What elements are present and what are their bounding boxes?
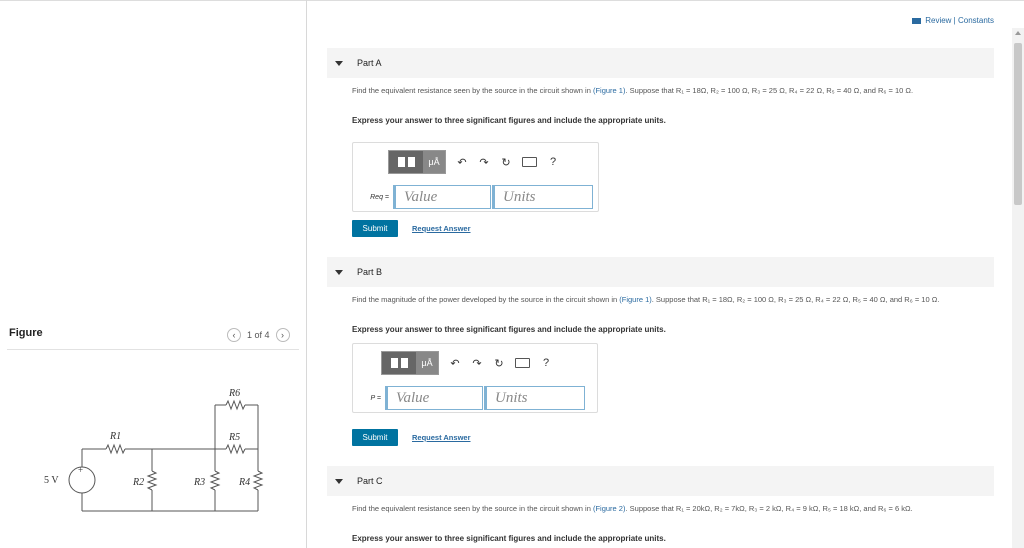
figure-link[interactable]: (Figure 1) xyxy=(593,86,626,95)
scroll-up-icon[interactable] xyxy=(1015,31,1021,35)
r4-label: R4 xyxy=(238,477,250,488)
figure-pane: Figure ‹ 1 of 4 › 5 V + R1 R2 R3 R4 R5 R… xyxy=(0,0,307,548)
source-label: 5 V xyxy=(44,475,59,486)
part-c-title: Part C xyxy=(357,476,383,486)
format-group: μÅ xyxy=(381,351,439,375)
review-icon xyxy=(912,17,922,24)
keyboard-icon[interactable] xyxy=(522,157,537,167)
part-a-header[interactable]: Part A xyxy=(327,48,994,78)
circuit-diagram: 5 V + R1 R2 R3 R4 R5 R6 xyxy=(44,388,264,512)
part-a-request-answer-link[interactable]: Request Answer xyxy=(412,224,471,233)
pager-text: 1 of 4 xyxy=(247,330,270,340)
main-content: Review | Constants Part A Find the equiv… xyxy=(307,0,1012,548)
page-scrollbar[interactable] xyxy=(1012,28,1024,548)
part-a-answer-box: μÅ ↶ ↷ ↻ ? Req = Value Units xyxy=(352,142,599,212)
redo-icon[interactable]: ↷ xyxy=(478,156,490,169)
figure-pager: ‹ 1 of 4 › xyxy=(227,328,290,342)
part-b-question: Find the magnitude of the power develope… xyxy=(352,295,940,304)
chevron-left-icon[interactable]: ‹ xyxy=(227,328,241,342)
reset-icon[interactable]: ↻ xyxy=(500,156,512,169)
part-b-instruction: Express your answer to three significant… xyxy=(352,325,666,334)
part-b-submit-button[interactable]: Submit xyxy=(352,429,398,446)
resistor-r5 xyxy=(225,443,246,455)
r3-label: R3 xyxy=(193,477,205,488)
scroll-thumb[interactable] xyxy=(1014,43,1022,205)
mu-units-icon[interactable]: μÅ xyxy=(423,151,445,173)
chevron-right-icon[interactable]: › xyxy=(275,328,290,342)
r5-label: R5 xyxy=(228,432,240,443)
part-b-header[interactable]: Part B xyxy=(327,257,994,287)
part-b-field-row: P = Value Units xyxy=(351,386,585,410)
undo-icon[interactable]: ↶ xyxy=(449,357,461,370)
format-group: μÅ xyxy=(388,150,446,174)
collapse-caret-icon xyxy=(335,478,343,484)
part-c-header[interactable]: Part C xyxy=(327,466,994,496)
resistor-r2 xyxy=(146,470,158,491)
resistor-r4 xyxy=(252,470,264,491)
templates-icon[interactable] xyxy=(382,352,416,374)
collapse-caret-icon xyxy=(335,269,343,275)
part-b-answer-box: μÅ ↶ ↷ ↻ ? P = Value Units xyxy=(352,343,598,413)
resistor-r6 xyxy=(225,399,246,411)
resistor-r3 xyxy=(209,470,221,491)
part-b-request-answer-link[interactable]: Request Answer xyxy=(412,433,471,442)
resistor-r1 xyxy=(105,443,126,455)
undo-icon[interactable]: ↶ xyxy=(456,156,468,169)
reset-icon[interactable]: ↻ xyxy=(493,357,505,370)
part-a-title: Part A xyxy=(357,58,382,68)
part-a-field-row: Req = Value Units xyxy=(359,185,593,209)
part-b-value-input[interactable]: Value xyxy=(385,386,483,410)
part-a-submit-button[interactable]: Submit xyxy=(352,220,398,237)
p-label: P = xyxy=(370,394,381,402)
templates-icon[interactable] xyxy=(389,151,423,173)
help-icon[interactable]: ? xyxy=(540,357,552,369)
part-a-units-input[interactable]: Units xyxy=(492,185,593,209)
r2-label: R2 xyxy=(132,477,144,488)
keyboard-icon[interactable] xyxy=(515,358,530,368)
redo-icon[interactable]: ↷ xyxy=(471,357,483,370)
review-constants-link[interactable]: Review | Constants xyxy=(912,16,994,25)
help-icon[interactable]: ? xyxy=(547,156,559,168)
part-a-toolbar: μÅ ↶ ↷ ↻ ? xyxy=(388,150,559,174)
part-a-question: Find the equivalent resistance seen by t… xyxy=(352,86,914,95)
part-c-instruction: Express your answer to three significant… xyxy=(352,534,666,543)
review-link-label: Review | Constants xyxy=(925,16,994,25)
part-b-units-input[interactable]: Units xyxy=(484,386,585,410)
source-plus: + xyxy=(78,465,83,475)
req-label: Req = xyxy=(370,193,389,201)
part-b-title: Part B xyxy=(357,267,383,277)
r1-label: R1 xyxy=(109,431,121,442)
figure-link[interactable]: (Figure 2) xyxy=(593,504,626,513)
part-a-instruction: Express your answer to three significant… xyxy=(352,116,666,125)
collapse-caret-icon xyxy=(335,60,343,66)
figure-link[interactable]: (Figure 1) xyxy=(619,295,652,304)
figure-divider xyxy=(7,349,299,350)
part-b-toolbar: μÅ ↶ ↷ ↻ ? xyxy=(381,351,552,375)
part-c-question: Find the equivalent resistance seen by t… xyxy=(352,504,913,513)
mu-units-icon[interactable]: μÅ xyxy=(416,352,438,374)
r6-label: R6 xyxy=(228,388,240,399)
figure-label: Figure xyxy=(9,327,43,339)
part-a-value-input[interactable]: Value xyxy=(393,185,491,209)
